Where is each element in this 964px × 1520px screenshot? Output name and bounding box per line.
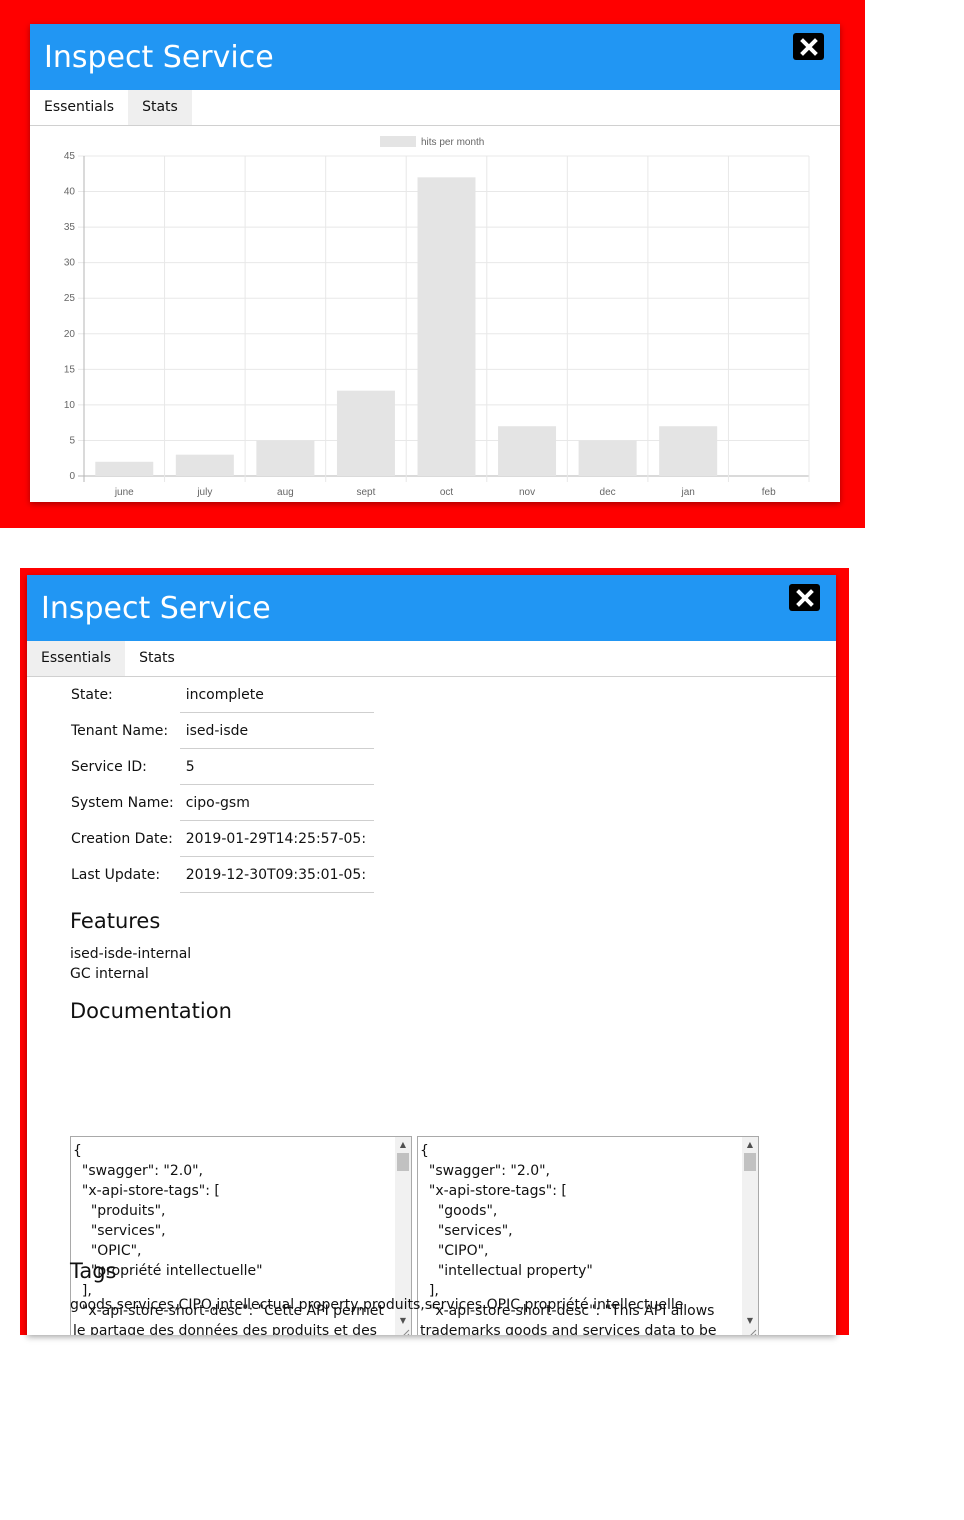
- resize-grip-icon[interactable]: [398, 1327, 410, 1335]
- close-icon: [795, 588, 814, 607]
- scroll-thumb[interactable]: [397, 1153, 409, 1171]
- field-label: Tenant Name:: [71, 722, 169, 739]
- dialog-title: Inspect Service: [41, 591, 271, 626]
- field-row-creation-date: Creation Date: 2019-01-29T14:25:57-05:: [65, 820, 374, 857]
- dialog-header: Inspect Service: [27, 575, 836, 641]
- scroll-thumb[interactable]: [744, 1153, 756, 1171]
- tab-bar: Essentials Stats: [27, 641, 836, 677]
- x-tick-label: jan: [680, 487, 694, 498]
- field-value: ised-isde: [179, 712, 374, 749]
- x-tick-label: june: [114, 487, 134, 498]
- features-heading: Features: [70, 909, 161, 933]
- documentation-heading: Documentation: [70, 999, 232, 1023]
- inspect-service-dialog-essentials: Inspect Service Essentials Stats State: …: [27, 575, 836, 1335]
- scroll-up-icon[interactable]: ▲: [742, 1138, 758, 1152]
- dialog-frame-essentials: Inspect Service Essentials Stats State: …: [20, 568, 849, 1335]
- field-value: incomplete: [179, 677, 374, 713]
- x-tick-label: feb: [762, 487, 776, 498]
- field-label: System Name:: [71, 794, 174, 811]
- resize-grip-icon[interactable]: [745, 1327, 757, 1335]
- close-button[interactable]: [793, 33, 824, 60]
- feature-item: GC internal: [70, 966, 149, 982]
- tags-heading: Tags: [70, 1259, 117, 1283]
- hits-chart: 0 5 10 15 20 25 30 35 40 45 june july aug sept oct nov d…: [30, 126, 840, 502]
- bar-june: [95, 461, 154, 476]
- field-value: cipo-gsm: [179, 784, 374, 821]
- y-tick-label: 0: [69, 471, 75, 482]
- field-label: Creation Date:: [71, 830, 173, 847]
- field-label: Last Update:: [71, 866, 161, 883]
- tab-stats[interactable]: Stats: [125, 641, 189, 676]
- y-tick-label: 15: [64, 364, 76, 375]
- x-tick-label: dec: [600, 487, 616, 498]
- field-value: 2019-01-29T14:25:57-05:: [179, 820, 374, 857]
- field-row-service-id: Service ID: 5: [65, 748, 374, 785]
- bar-nov: [498, 426, 557, 476]
- field-label: Service ID:: [71, 758, 147, 775]
- feature-item: ised-isde-internal: [70, 946, 192, 962]
- legend-swatch: [380, 136, 416, 147]
- x-tick-label: aug: [277, 487, 294, 498]
- y-tick-label: 40: [64, 187, 76, 198]
- dialog-header: Inspect Service: [30, 24, 840, 90]
- y-tick-label: 20: [64, 329, 76, 340]
- dialog-frame-stats: Inspect Service Essentials Stats 0 5 10 15 2…: [0, 0, 865, 528]
- x-tick-label: oct: [440, 487, 454, 498]
- legend-label: hits per month: [421, 137, 484, 148]
- tab-stats[interactable]: Stats: [128, 90, 192, 125]
- bar-chart: 0 5 10 15 20 25 30 35 40 45 june july aug sept oct nov d…: [64, 136, 810, 498]
- y-tick-label: 5: [69, 435, 75, 446]
- field-row-last-update: Last Update: 2019-12-30T09:35:01-05:: [65, 856, 374, 893]
- dialog-title: Inspect Service: [44, 40, 274, 75]
- field-row-state: State: incomplete: [65, 677, 374, 713]
- field-row-system-name: System Name: cipo-gsm: [65, 784, 374, 821]
- tab-bar: Essentials Stats: [30, 90, 840, 126]
- bar-aug: [256, 440, 315, 476]
- service-properties: State: incomplete Tenant Name: ised-isde…: [65, 677, 374, 893]
- x-tick-label: july: [196, 487, 212, 498]
- tags-list: goods,services,CIPO,intellectual propert…: [70, 1297, 684, 1313]
- x-tick-label: nov: [519, 487, 535, 498]
- tab-essentials[interactable]: Essentials: [30, 90, 128, 125]
- y-tick-label: 45: [64, 151, 76, 162]
- close-icon: [799, 37, 818, 56]
- tab-essentials[interactable]: Essentials: [27, 641, 126, 676]
- bar-oct: [417, 177, 476, 477]
- scrollbar[interactable]: ▲ ▼: [742, 1137, 758, 1335]
- close-button[interactable]: [789, 584, 820, 611]
- scroll-down-icon[interactable]: ▼: [395, 1314, 411, 1328]
- field-row-tenant-name: Tenant Name: ised-isde: [65, 712, 374, 749]
- bar-july: [175, 454, 234, 476]
- bar-jan: [659, 426, 718, 476]
- scroll-up-icon[interactable]: ▲: [395, 1138, 411, 1152]
- y-tick-label: 25: [64, 293, 76, 304]
- y-tick-label: 10: [64, 400, 76, 411]
- inspect-service-dialog-stats: Inspect Service Essentials Stats 0 5 10 15 2…: [30, 24, 840, 502]
- field-value: 5: [179, 748, 374, 785]
- bar-sept: [336, 390, 395, 476]
- x-tick-label: sept: [356, 487, 375, 498]
- y-tick-label: 35: [64, 222, 76, 233]
- scroll-down-icon[interactable]: ▼: [742, 1314, 758, 1328]
- field-label: State:: [71, 686, 113, 703]
- y-tick-label: 30: [64, 258, 76, 269]
- field-value: 2019-12-30T09:35:01-05:: [179, 856, 374, 893]
- bar-dec: [578, 440, 637, 476]
